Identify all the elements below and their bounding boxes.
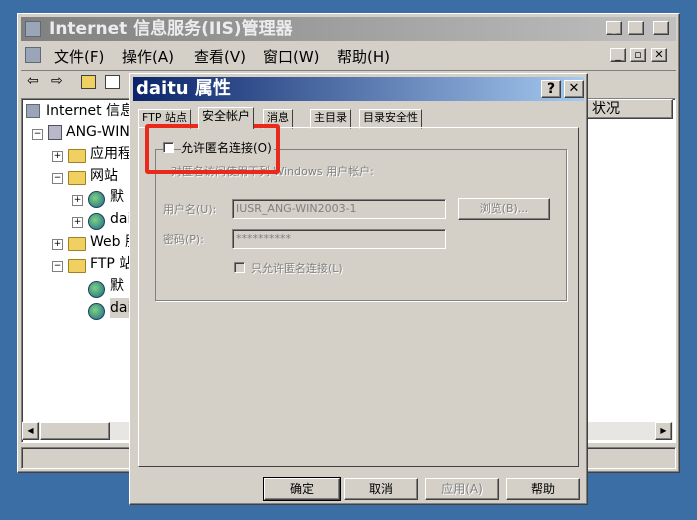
highlight-annotation xyxy=(145,124,280,174)
ftp-folder-icon xyxy=(68,259,86,273)
tree-hscrollbar[interactable]: ◀ xyxy=(22,422,132,440)
mmc-menu-icon xyxy=(25,47,41,63)
main-title-text: Internet 信息服务(IIS)管理器 xyxy=(49,19,293,39)
anonymous-only-checkbox[interactable] xyxy=(234,262,245,273)
tree-web-ext[interactable]: Web 服 xyxy=(90,232,132,252)
scroll-left-button[interactable]: ◀ xyxy=(22,422,39,440)
menu-file[interactable]: 文件(F) xyxy=(54,46,104,67)
daitu-site-expand-icon[interactable]: + xyxy=(72,217,83,228)
apppool-folder-icon xyxy=(68,149,86,163)
help-button[interactable]: 帮助 xyxy=(506,478,580,500)
tree-websites[interactable]: 网站 xyxy=(90,166,118,186)
username-input[interactable]: IUSR_ANG-WIN2003-1 xyxy=(232,199,446,219)
browse-button[interactable]: 浏览(B)... xyxy=(458,198,550,220)
menu-bar: 文件(F) 操作(A) 查看(V) 窗口(W) 帮助(H) _ ▫ ✕ xyxy=(21,44,676,68)
default-site-expand-icon[interactable]: + xyxy=(72,195,83,206)
websites-collapse-icon[interactable]: − xyxy=(52,173,63,184)
up-folder-icon[interactable] xyxy=(81,75,96,89)
daitu-site-globe-icon xyxy=(88,213,105,230)
scroll-right-button[interactable]: ▶ xyxy=(655,422,672,440)
dialog-help-button[interactable]: ? xyxy=(541,80,561,98)
properties-dialog: daitu 属性 ? ✕ FTP 站点 安全帐户 消息 主目录 目录安全性 允许… xyxy=(129,73,588,505)
menu-view[interactable]: 查看(V) xyxy=(194,46,246,67)
apply-button[interactable]: 应用(A) xyxy=(425,478,499,500)
dialog-title-bar[interactable]: daitu 属性 ? ✕ xyxy=(133,77,584,101)
apppool-expand-icon[interactable]: + xyxy=(52,151,63,162)
ftp-daitu-globe-icon xyxy=(88,303,105,320)
password-input[interactable]: ********** xyxy=(232,229,446,249)
close-button[interactable]: ✕ xyxy=(653,21,669,35)
ftp-default-globe-icon xyxy=(88,281,105,298)
tab-security-accounts[interactable]: 安全帐户 xyxy=(198,107,255,129)
dialog-title-text: daitu 属性 xyxy=(136,78,231,99)
child-close-button[interactable]: ✕ xyxy=(651,48,667,62)
iis-root-icon xyxy=(26,104,40,118)
anonymous-only-label[interactable]: 只允许匿名连接(L) xyxy=(251,260,343,276)
tree-root[interactable]: Internet 信息 xyxy=(46,101,132,121)
cancel-button[interactable]: 取消 xyxy=(344,478,418,500)
webext-expand-icon[interactable]: + xyxy=(52,239,63,250)
show-tree-icon[interactable] xyxy=(105,75,120,89)
back-arrow-icon[interactable]: ⇦ xyxy=(27,73,39,89)
tree-ftp-default[interactable]: 默 xyxy=(110,276,124,296)
tree-ftp-sites[interactable]: FTP 站 xyxy=(90,254,132,274)
forward-arrow-icon[interactable]: ⇨ xyxy=(51,73,63,89)
scroll-thumb[interactable] xyxy=(40,422,110,440)
tab-page: 允许匿名连接(O) 对匿名访问使用下列 Windows 用户帐户: 用户名(U)… xyxy=(138,124,579,467)
tab-strip: FTP 站点 安全帐户 消息 主目录 目录安全性 xyxy=(138,107,579,129)
maximize-button[interactable]: □ xyxy=(628,21,644,35)
websites-folder-icon xyxy=(68,171,86,185)
tree-pane: Internet 信息 − ANG-WIN + 应用程 − 网站 + 默 + d… xyxy=(21,98,133,443)
ftp-collapse-icon[interactable]: − xyxy=(52,261,63,272)
child-restore-button[interactable]: ▫ xyxy=(630,48,646,62)
server-icon xyxy=(48,125,62,140)
status-column-header[interactable]: 状况 xyxy=(587,99,673,119)
iis-app-icon xyxy=(25,21,41,37)
tab-home-directory[interactable]: 主目录 xyxy=(310,109,351,129)
minimize-button[interactable]: _ xyxy=(606,21,622,35)
tab-directory-security[interactable]: 目录安全性 xyxy=(359,109,422,129)
username-label: 用户名(U): xyxy=(163,203,217,216)
menu-window[interactable]: 窗口(W) xyxy=(263,46,320,67)
webext-folder-icon xyxy=(68,237,86,251)
main-title-bar[interactable]: Internet 信息服务(IIS)管理器 _ □ ✕ xyxy=(21,17,676,41)
tree-default-site[interactable]: 默 xyxy=(110,187,124,207)
dialog-close-button[interactable]: ✕ xyxy=(564,80,584,98)
menu-action[interactable]: 操作(A) xyxy=(122,46,174,67)
default-site-globe-icon xyxy=(88,191,105,208)
ok-button[interactable]: 确定 xyxy=(263,477,341,501)
tree-apppools[interactable]: 应用程 xyxy=(90,144,132,164)
server-collapse-icon[interactable]: − xyxy=(32,129,43,140)
password-label: 密码(P): xyxy=(163,233,204,246)
menu-help[interactable]: 帮助(H) xyxy=(337,46,390,67)
child-minimize-button[interactable]: _ xyxy=(610,48,626,62)
tree-server[interactable]: ANG-WIN xyxy=(66,122,130,142)
